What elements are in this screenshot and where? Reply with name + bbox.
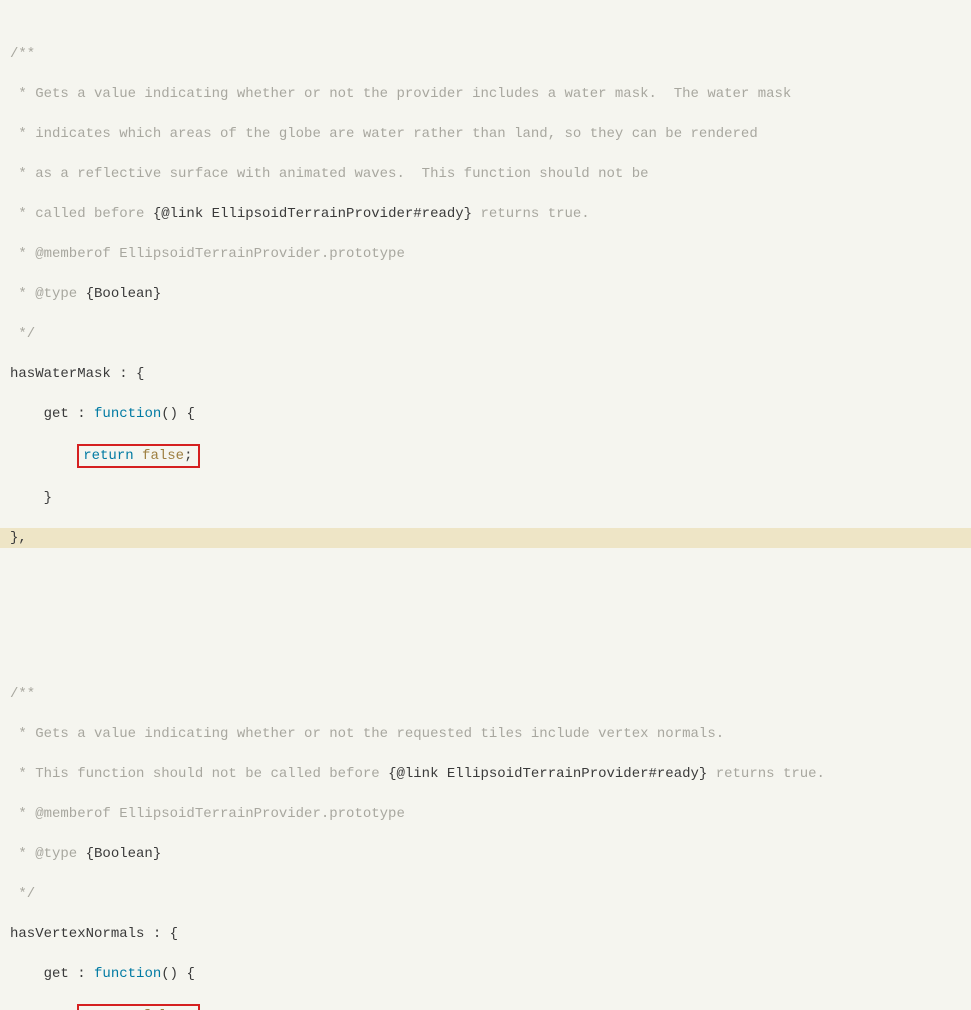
return-keyword: return bbox=[83, 448, 133, 464]
indent bbox=[10, 1008, 77, 1010]
jsdoc-type-value: {Boolean} bbox=[86, 846, 162, 862]
brace-open: : { bbox=[119, 366, 144, 382]
jsdoc-type-label: * @type bbox=[10, 846, 86, 862]
comment-text: returns true. bbox=[707, 766, 825, 782]
code-block: /** * Gets a value indicating whether or… bbox=[0, 0, 971, 1010]
parens-open: () { bbox=[161, 966, 195, 982]
comment-open: /** bbox=[10, 46, 35, 62]
brace-close: } bbox=[10, 490, 52, 506]
function-keyword: function bbox=[94, 966, 161, 982]
false-literal: false bbox=[142, 448, 184, 464]
space bbox=[134, 1008, 142, 1010]
comment-text: returns true. bbox=[472, 206, 590, 222]
jsdoc-type-label: * @type bbox=[10, 286, 86, 302]
comment-text: * called before bbox=[10, 206, 153, 222]
semicolon: ; bbox=[184, 448, 192, 464]
brace-close-comma: }, bbox=[10, 530, 27, 546]
space bbox=[134, 448, 142, 464]
false-literal: false bbox=[142, 1008, 184, 1010]
jsdoc-block-2: /** * Gets a value indicating whether or… bbox=[0, 660, 971, 1010]
brace-open: : { bbox=[153, 926, 178, 942]
return-keyword: return bbox=[83, 1008, 133, 1010]
block-gap bbox=[0, 608, 971, 620]
comment-text: * Gets a value indicating whether or not… bbox=[10, 726, 724, 742]
comment-text: * as a reflective surface with animated … bbox=[10, 166, 649, 182]
jsdoc-memberof: * @memberof EllipsoidTerrainProvider.pro… bbox=[10, 246, 405, 262]
comment-close: */ bbox=[10, 886, 35, 902]
semicolon: ; bbox=[184, 1008, 192, 1010]
highlighted-return-2: return false; bbox=[77, 1004, 200, 1010]
comment-close: */ bbox=[10, 326, 35, 342]
getter-label: get bbox=[10, 966, 77, 982]
getter-label: get bbox=[10, 406, 77, 422]
jsdoc-link: {@link EllipsoidTerrainProvider#ready} bbox=[153, 206, 472, 222]
colon: : bbox=[77, 966, 94, 982]
comment-text: * indicates which areas of the globe are… bbox=[10, 126, 758, 142]
comment-text: * This function should not be called bef… bbox=[10, 766, 388, 782]
indent bbox=[10, 448, 77, 464]
jsdoc-block-1: /** * Gets a value indicating whether or… bbox=[0, 20, 971, 568]
jsdoc-type-value: {Boolean} bbox=[86, 286, 162, 302]
comment-text: * Gets a value indicating whether or not… bbox=[10, 86, 791, 102]
highlighted-line: }, bbox=[0, 528, 971, 548]
parens-open: () { bbox=[161, 406, 195, 422]
jsdoc-memberof: * @memberof EllipsoidTerrainProvider.pro… bbox=[10, 806, 405, 822]
colon: : bbox=[77, 406, 94, 422]
jsdoc-link: {@link EllipsoidTerrainProvider#ready} bbox=[388, 766, 707, 782]
highlighted-return-1: return false; bbox=[77, 444, 200, 468]
property-name: hasWaterMask bbox=[10, 366, 119, 382]
comment-open: /** bbox=[10, 686, 35, 702]
function-keyword: function bbox=[94, 406, 161, 422]
property-name: hasVertexNormals bbox=[10, 926, 153, 942]
